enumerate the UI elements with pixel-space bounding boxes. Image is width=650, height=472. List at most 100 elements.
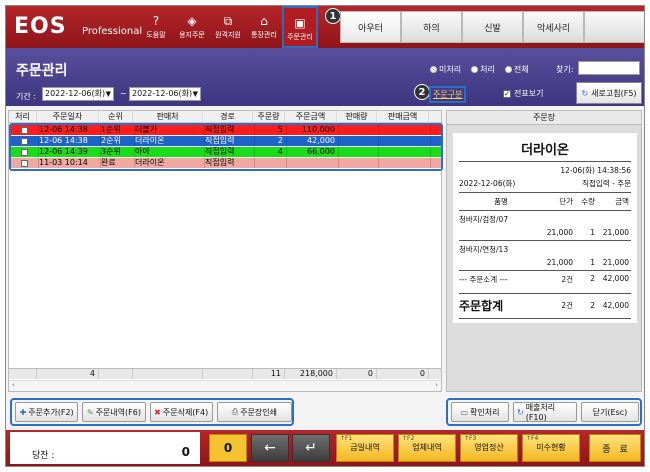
business-settlement-button[interactable]: ↑F3 영업정산	[460, 434, 518, 462]
nav-help-label: 도움말	[146, 31, 166, 39]
table-row[interactable]: 11-03 10:14 완료 더라이온 직접입력	[11, 158, 441, 169]
slip-date-row: 2022-12-06(화) 직접입력 - 주문	[459, 178, 631, 189]
slip-view-label: 전표보기	[514, 89, 544, 98]
checkbox	[21, 159, 28, 167]
row-checkbox[interactable]	[11, 125, 39, 135]
slip-subtotal: --- 주문소계 --- 2건 2 42,000	[459, 274, 631, 285]
order-rows: 12-06 14:38 1순위 더블가 직접입력 5 110,000 12-06…	[9, 123, 443, 171]
chevron-down-icon: ▼	[105, 90, 111, 98]
col-seller[interactable]: 판매처	[133, 111, 203, 122]
order-slip-title: 주문장	[447, 111, 641, 125]
radio-dot	[504, 66, 512, 73]
chevron-down-icon: ▼	[192, 90, 198, 98]
row-checkbox[interactable]	[11, 158, 39, 168]
category-shoes[interactable]: 신발	[462, 11, 523, 43]
col-order-qty[interactable]: 주문량	[253, 111, 285, 122]
category-accessories[interactable]: 악세사리	[523, 11, 584, 43]
fkey-text: 미수현황	[536, 443, 566, 452]
nav-remote-support[interactable]: ⧉ 원격지원	[210, 6, 246, 48]
table-row[interactable]: 12-06 14:38 2순위 더라이온 직접입력 2 42,000	[11, 136, 441, 147]
arrow-left-icon: ←	[264, 440, 276, 456]
col-process[interactable]: 처리	[9, 111, 37, 122]
cell-amount: 110,000	[287, 125, 339, 135]
col-sale-qty[interactable]: 판매량	[337, 111, 377, 122]
slip-item-values: 21,000 1 21,000	[459, 258, 631, 267]
delete-order-button[interactable]: ✖ 주문삭제(F4)	[149, 402, 213, 422]
confirm-button[interactable]: ▭ 확인처리	[451, 402, 509, 422]
footer-qty: 11	[253, 369, 285, 379]
col-rank[interactable]: 순위	[99, 111, 133, 122]
slip-col-amount: 금액	[615, 197, 629, 206]
slip-item-values: 21,000 1 21,000	[459, 228, 631, 237]
slip-item-price: 21,000	[546, 258, 573, 267]
top-bar: EOS Professional ? 도움말 ◈ 용지주문 ⧉ 원격지원 ⌂ 통장관리 …	[6, 6, 644, 48]
refresh-button[interactable]: ↻ 새로고침(F5)	[576, 82, 642, 104]
cell-qty: 2	[255, 136, 287, 146]
divider	[459, 192, 631, 193]
cell-rank: 1순위	[101, 125, 135, 135]
slip-item-qty: 1	[590, 228, 595, 237]
radio-all[interactable]: 전체	[504, 64, 529, 75]
slip-total-label: 주문합계	[459, 299, 504, 313]
horizontal-scrollbar[interactable]: ‹ ›	[9, 380, 441, 391]
search-input[interactable]	[578, 61, 640, 75]
date-to-select[interactable]: 2022-12-06(화) ▼	[129, 87, 201, 101]
category-empty[interactable]	[584, 11, 644, 43]
category-outer[interactable]: 아우터	[340, 11, 401, 43]
slip-col-item: 품명	[494, 197, 508, 206]
cell-sale-qty	[339, 158, 379, 168]
refresh-icon: ↻	[581, 88, 589, 98]
add-order-button[interactable]: ✚ 주문추가(F2)	[15, 402, 79, 422]
nav-bank[interactable]: ⌂ 통장관리	[246, 6, 282, 48]
receivables-button[interactable]: ↑F4 미수현황	[522, 434, 580, 462]
callout-two: 2	[414, 84, 430, 100]
period-label: 기간 :	[16, 92, 36, 101]
slip-datetime: 12-06(화) 14:38:56	[560, 166, 631, 175]
cell-rank: 3순위	[101, 147, 135, 157]
today-history-button[interactable]: ↑F1 금일내역	[336, 434, 394, 462]
order-slip-panel: 주문장 더라이온 12-06(화) 14:38:56 2022-12-06(화)…	[446, 110, 642, 392]
slip-action-buttons: ▭ 확인처리 ↻ 매출처리(F10) 닫기(Esc)	[446, 398, 642, 426]
nav-help[interactable]: ? 도움말	[138, 6, 174, 48]
row-checkbox[interactable]	[11, 147, 39, 157]
scroll-left-icon[interactable]: ‹	[12, 381, 15, 389]
slip-item-amount: 21,000	[602, 228, 629, 237]
print-order-button[interactable]: ⎙ 주문장인쇄	[216, 402, 292, 422]
enter-button[interactable]: ↵	[292, 434, 330, 462]
col-sale-amount[interactable]: 판매금액	[377, 111, 429, 122]
vendor-history-button[interactable]: ↑F2 업체내역	[398, 434, 456, 462]
fkey-label: ↑F2	[402, 435, 415, 442]
table-row[interactable]: 12-06 14:39 3순위 아아 직접입력 4 66,000	[11, 147, 441, 158]
nav-paper-order[interactable]: ◈ 용지주문	[174, 6, 210, 48]
close-button[interactable]: 닫기(Esc)	[581, 402, 639, 422]
sales-process-button[interactable]: ↻ 매출처리(F10)	[513, 402, 577, 422]
radio-processed[interactable]: 처리	[471, 64, 495, 75]
nav-order-management[interactable]: ▣ 주문관리	[282, 6, 318, 48]
order-history-label: 주문내역(F6)	[95, 407, 141, 417]
radio-unprocessed[interactable]: 미처리	[430, 64, 461, 75]
slip-item-qty: 1	[590, 258, 595, 267]
scroll-right-icon[interactable]: ›	[435, 381, 438, 389]
exit-button[interactable]: 종 료	[589, 434, 641, 462]
cell-rank: 완료	[101, 158, 135, 168]
col-route[interactable]: 경로	[203, 111, 253, 122]
cell-sale-amount	[379, 158, 431, 168]
date-from-select[interactable]: 2022-12-06(화) ▼	[42, 87, 114, 101]
back-button[interactable]: ←	[251, 434, 289, 462]
col-order-date[interactable]: 주문일자	[37, 111, 99, 122]
col-order-amount[interactable]: 주문금액	[285, 111, 337, 122]
row-checkbox[interactable]	[11, 136, 39, 146]
date-separator: ~	[120, 89, 127, 98]
delete-icon: ✖	[154, 407, 161, 417]
order-history-button[interactable]: ✎ 주문내역(F6)	[82, 402, 146, 422]
app-logo: EOS	[14, 14, 67, 39]
divider	[459, 161, 631, 162]
grid-header: 처리 주문일자 순위 판매처 경로 주문량 주문금액 판매량 판매금액	[9, 111, 441, 123]
table-row[interactable]: 12-06 14:38 1순위 더블가 직접입력 5 110,000	[11, 125, 441, 136]
cell-seller: 아아	[135, 147, 205, 157]
category-bottoms[interactable]: 하의	[401, 11, 462, 43]
order-type-link[interactable]: 주문구분	[429, 86, 467, 103]
amount-display[interactable]: 0	[209, 434, 247, 462]
slip-view-checkbox[interactable]: ✓ 전표보기	[503, 88, 543, 99]
